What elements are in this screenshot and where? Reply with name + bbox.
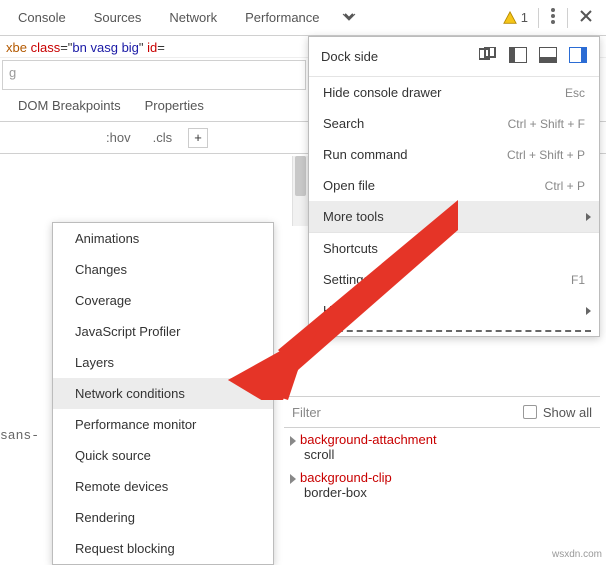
menu-settings[interactable]: Settings F1 <box>309 264 599 295</box>
dock-side-row: Dock side <box>309 37 599 76</box>
tab-performance[interactable]: Performance <box>231 2 333 33</box>
input-row[interactable]: g <box>2 60 306 90</box>
menu-dashed-separator <box>317 330 591 332</box>
menu-label: Coverage <box>75 293 131 308</box>
menu-help[interactable]: Help <box>309 295 599 326</box>
menu-shortcuts[interactable]: Shortcuts <box>309 233 599 264</box>
computed-styles-panel: Filter Show all background-attachment sc… <box>284 396 600 504</box>
menu-label: Quick source <box>75 448 151 463</box>
css-rule[interactable]: background-attachment scroll <box>284 428 600 466</box>
tab-sources[interactable]: Sources <box>80 2 156 33</box>
submenu-network-conditions[interactable]: Network conditions <box>53 378 273 409</box>
code-token: id <box>147 40 157 55</box>
dock-undock-icon[interactable] <box>479 47 497 66</box>
menu-label: Request blocking <box>75 541 175 556</box>
css-property: background-attachment <box>300 432 437 447</box>
close-icon[interactable] <box>570 6 602 29</box>
menu-hint: Esc <box>565 86 585 100</box>
left-fragment: sans- <box>0 428 39 443</box>
filter-row: Filter Show all <box>284 396 600 428</box>
menu-hint: Ctrl + Shift + P <box>507 148 585 162</box>
menu-label: Remote devices <box>75 479 168 494</box>
menu-label: Animations <box>75 231 139 246</box>
menu-hide-console-drawer[interactable]: Hide console drawer Esc <box>309 77 599 108</box>
submenu-remote-devices[interactable]: Remote devices <box>53 471 273 502</box>
menu-more-tools[interactable]: More tools <box>309 201 599 232</box>
menu-label: Layers <box>75 355 114 370</box>
submenu-performance-monitor[interactable]: Performance monitor <box>53 409 273 440</box>
menu-hint: Ctrl + Shift + F <box>508 117 585 131</box>
menu-label: More tools <box>323 209 384 224</box>
submenu-rendering[interactable]: Rendering <box>53 502 273 533</box>
menu-label: Run command <box>323 147 408 162</box>
scrollbar-thumb[interactable] <box>295 156 306 196</box>
more-tools-submenu: Animations Changes Coverage JavaScript P… <box>52 222 274 565</box>
menu-label: Help <box>323 303 350 318</box>
css-value: scroll <box>304 447 594 462</box>
main-menu: Dock side Hide console drawer Esc Search… <box>308 36 600 337</box>
submenu-coverage[interactable]: Coverage <box>53 285 273 316</box>
menu-search[interactable]: Search Ctrl + Shift + F <box>309 108 599 139</box>
menu-open-file[interactable]: Open file Ctrl + P <box>309 170 599 201</box>
cls-toggle[interactable]: .cls <box>147 128 179 147</box>
tab-console[interactable]: Console <box>4 2 80 33</box>
submenu-changes[interactable]: Changes <box>53 254 273 285</box>
menu-label: Rendering <box>75 510 135 525</box>
expand-triangle-icon[interactable] <box>290 474 296 484</box>
menu-label: Shortcuts <box>323 241 378 256</box>
code-token: xbe <box>6 40 31 55</box>
scrollbar[interactable] <box>292 156 308 226</box>
css-rule[interactable]: background-clip border-box <box>284 466 600 504</box>
css-value: border-box <box>304 485 594 500</box>
checkbox-icon[interactable] <box>523 405 537 419</box>
show-all-label: Show all <box>543 405 592 420</box>
dock-side-label: Dock side <box>321 49 378 64</box>
menu-label: Network conditions <box>75 386 185 401</box>
menu-label: Performance monitor <box>75 417 196 432</box>
warning-count: 1 <box>521 10 528 25</box>
menu-label: Hide console drawer <box>323 85 442 100</box>
show-all-toggle[interactable]: Show all <box>523 405 592 420</box>
menu-hint: F1 <box>571 273 585 287</box>
filter-input[interactable]: Filter <box>292 405 321 420</box>
hov-toggle[interactable]: :hov <box>100 128 137 147</box>
code-token: =" <box>60 40 72 55</box>
devtools-tabbar: Console Sources Network Performance 1 <box>0 0 606 36</box>
subtab-dom-breakpoints[interactable]: DOM Breakpoints <box>6 92 133 119</box>
submenu-request-blocking[interactable]: Request blocking <box>53 533 273 564</box>
dock-left-icon[interactable] <box>509 47 527 66</box>
menu-label: JavaScript Profiler <box>75 324 180 339</box>
code-token: = <box>157 40 165 55</box>
expand-triangle-icon[interactable] <box>290 436 296 446</box>
kebab-menu-icon[interactable] <box>541 4 565 31</box>
separator <box>567 8 568 28</box>
separator <box>538 8 539 28</box>
chevron-right-icon <box>586 307 591 315</box>
chevron-right-icon <box>586 213 591 221</box>
menu-label: Settings <box>323 272 370 287</box>
submenu-layers[interactable]: Layers <box>53 347 273 378</box>
css-property: background-clip <box>300 470 392 485</box>
menu-hint: Ctrl + P <box>545 179 585 193</box>
code-token: " <box>139 40 147 55</box>
tab-network[interactable]: Network <box>155 2 231 33</box>
new-style-rule-button[interactable]: + <box>188 128 208 148</box>
subtab-properties[interactable]: Properties <box>133 92 216 119</box>
submenu-quick-source[interactable]: Quick source <box>53 440 273 471</box>
submenu-animations[interactable]: Animations <box>53 223 273 254</box>
code-token: bn vasg big <box>72 40 139 55</box>
menu-label: Search <box>323 116 364 131</box>
dock-bottom-icon[interactable] <box>539 47 557 66</box>
watermark: wsxdn.com <box>552 549 602 560</box>
warning-indicator[interactable]: 1 <box>495 10 536 25</box>
code-token: class <box>31 40 61 55</box>
menu-run-command[interactable]: Run command Ctrl + Shift + P <box>309 139 599 170</box>
menu-label: Open file <box>323 178 375 193</box>
submenu-javascript-profiler[interactable]: JavaScript Profiler <box>53 316 273 347</box>
dock-right-icon[interactable] <box>569 47 587 66</box>
tabs-overflow-icon[interactable] <box>334 1 364 34</box>
menu-label: Changes <box>75 262 127 277</box>
